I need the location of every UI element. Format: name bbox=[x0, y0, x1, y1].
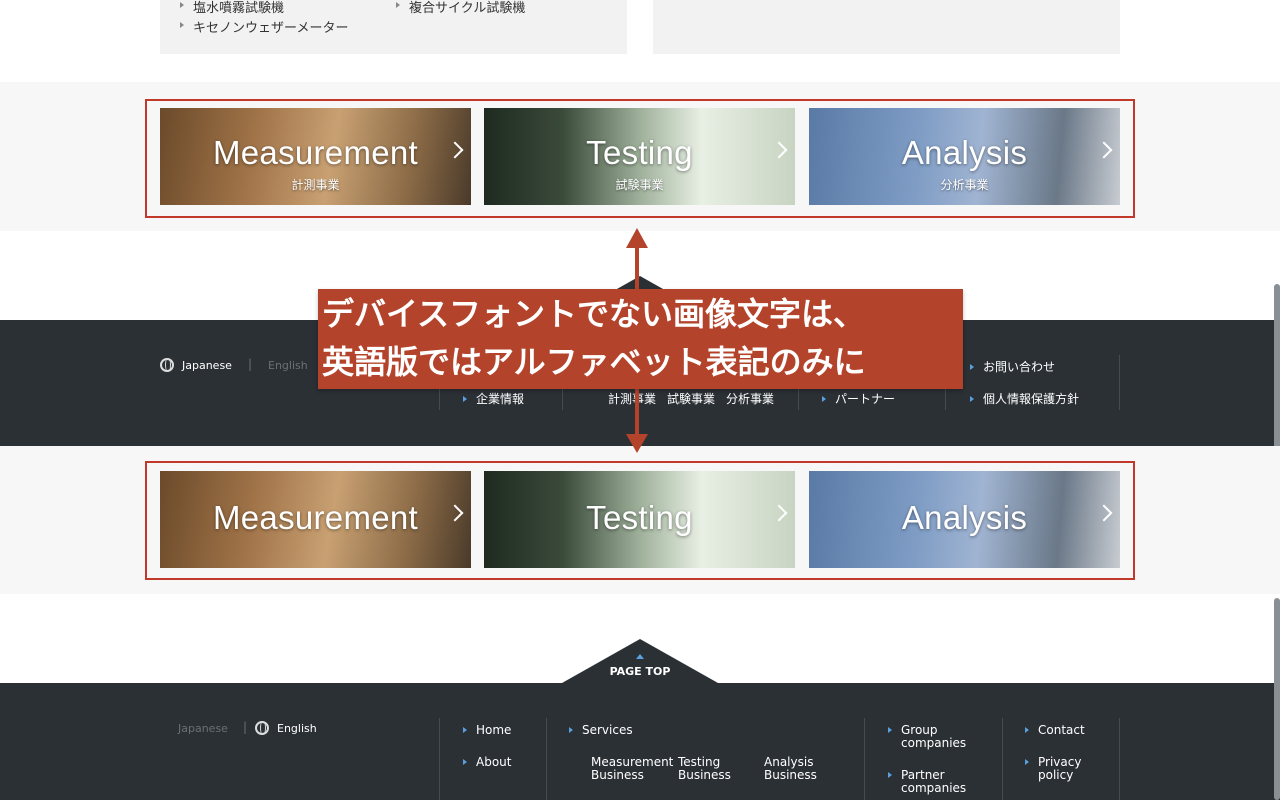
globe-icon bbox=[255, 721, 269, 735]
language-english-link[interactable]: English bbox=[277, 722, 317, 735]
globe-icon bbox=[160, 358, 174, 372]
footer-link-group-companies[interactable]: Group companies bbox=[888, 724, 981, 750]
language-japanese-link[interactable]: Japanese bbox=[178, 722, 228, 735]
product-link[interactable]: キセノンウェザーメーター bbox=[179, 17, 348, 36]
footer-divider bbox=[1119, 718, 1120, 800]
highlight-box bbox=[145, 99, 1135, 218]
footer-english bbox=[0, 683, 1280, 800]
scrollbar-thumb[interactable] bbox=[1274, 598, 1280, 800]
page-top-button[interactable]: PAGE TOP bbox=[560, 665, 720, 678]
language-separator: | bbox=[243, 720, 248, 734]
product-list-box-right bbox=[653, 0, 1120, 54]
footer-link-partner-companies[interactable]: Partner companies bbox=[888, 769, 981, 795]
footer-link-services[interactable]: Services bbox=[569, 724, 633, 737]
footer-divider bbox=[1002, 718, 1003, 800]
callout-line: 英語版ではアルファベット表記のみに bbox=[322, 343, 866, 381]
footer-divider bbox=[864, 718, 865, 800]
scrollbar-thumb[interactable] bbox=[1274, 284, 1280, 450]
footer-link-testing[interactable]: Testing Business bbox=[678, 756, 740, 782]
footer-link-analysis[interactable]: 分析事業 bbox=[726, 393, 774, 406]
footer-link-privacy[interactable]: 個人情報保護方針 bbox=[969, 393, 1079, 406]
callout-line: デバイスフォントでない画像文字は、 bbox=[322, 295, 866, 333]
footer-link-testing[interactable]: 試験事業 bbox=[667, 393, 715, 406]
footer-link-company[interactable]: 企業情報 bbox=[462, 393, 524, 406]
annotation-arrow-up-icon bbox=[626, 228, 648, 248]
annotation-callout: デバイスフォントでない画像文字は、 英語版ではアルファベット表記のみに bbox=[318, 289, 963, 389]
footer-link-analysis[interactable]: Analysis Business bbox=[764, 756, 826, 782]
footer-link-measurement[interactable]: 計測事業 bbox=[608, 393, 656, 406]
annotation-arrow-line bbox=[635, 388, 639, 436]
annotation-arrow-down-icon bbox=[626, 434, 648, 453]
language-japanese-link[interactable]: Japanese bbox=[182, 359, 232, 372]
footer-link-contact[interactable]: お問い合わせ bbox=[969, 361, 1055, 374]
footer-divider bbox=[439, 718, 440, 800]
caret-up-icon bbox=[636, 654, 644, 659]
product-link[interactable]: 塩水噴霧試験機 bbox=[179, 0, 284, 16]
footer-divider bbox=[1119, 355, 1120, 410]
footer-link-privacy[interactable]: Privacy policy bbox=[1025, 756, 1108, 782]
highlight-box bbox=[145, 461, 1135, 580]
language-separator: | bbox=[248, 357, 253, 371]
footer-link-about[interactable]: About bbox=[462, 756, 511, 769]
footer-divider bbox=[546, 718, 547, 800]
footer-link-measurement[interactable]: Measurement Business bbox=[591, 756, 673, 782]
footer-link-home[interactable]: Home bbox=[462, 724, 511, 737]
language-english-link[interactable]: English bbox=[268, 359, 308, 372]
annotation-arrow-line bbox=[635, 246, 639, 292]
footer-link-partner[interactable]: パートナー bbox=[821, 393, 895, 406]
product-link[interactable]: 複合サイクル試験機 bbox=[395, 0, 525, 16]
footer-link-contact[interactable]: Contact bbox=[1025, 724, 1085, 737]
